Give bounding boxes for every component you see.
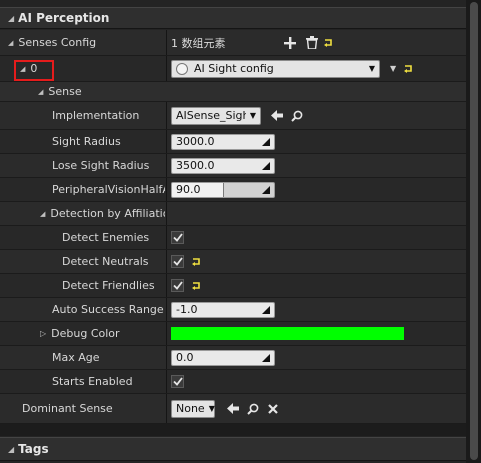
resize-drag-icon [262,161,270,170]
sense-label: Sense [48,85,82,98]
detection-affiliation-label: Detection by Affiliation [50,207,165,220]
collapse-triangle-icon[interactable]: ◢ [38,88,43,96]
resize-drag-icon [262,137,270,146]
reset-to-default-icon[interactable] [323,38,333,47]
use-selected-arrow-icon[interactable] [225,401,241,417]
detect-friendlies-checkbox[interactable] [171,279,184,292]
detect-friendlies-row: Detect Friendlies [0,274,466,298]
dominant-sense-row: Dominant Sense None ▼ [0,394,466,424]
check-icon [172,233,183,242]
circle-icon [176,62,188,75]
clear-x-icon[interactable] [265,401,281,417]
detect-neutrals-checkbox[interactable] [171,255,184,268]
peripheral-vision-label: PeripheralVisionHalfAn [52,183,165,196]
section-tags[interactable]: ◢ Tags [0,437,466,461]
reset-to-default-icon[interactable] [192,281,201,290]
starts-enabled-label: Starts Enabled [52,375,133,388]
sense-category-row[interactable]: ◢ Sense [0,82,466,102]
chevron-down-icon: ▼ [208,404,215,413]
check-icon [172,257,183,266]
check-icon [172,281,183,290]
max-age-label: Max Age [52,351,100,364]
auto-success-range-row: Auto Success Range fr -1.0 [0,298,466,322]
section-ai-perception[interactable]: ◢ AI Perception [0,7,466,29]
peripheral-vision-row: PeripheralVisionHalfAn 90.0 [0,178,466,202]
detect-neutrals-label: Detect Neutrals [62,255,149,268]
debug-color-swatch[interactable] [171,327,404,340]
detect-neutrals-row: Detect Neutrals [0,250,466,274]
chevron-down-icon: ▼ [249,111,256,120]
browse-search-icon[interactable] [289,108,305,124]
chevron-down-icon: ▼ [368,64,375,73]
resize-drag-icon [262,353,270,362]
use-selected-arrow-icon[interactable] [269,108,285,124]
starts-enabled-checkbox[interactable] [171,375,184,388]
browse-search-icon[interactable] [245,401,261,417]
dominant-sense-label: Dominant Sense [22,402,113,415]
reset-to-default-icon[interactable] [404,64,413,73]
expand-triangle-icon[interactable]: ▷ [40,329,46,338]
max-age-input[interactable]: 0.0 [171,349,275,366]
details-panel: ◢ AI Perception ◢ Senses Config 1 数组元素 ◢… [0,0,466,463]
lose-sight-radius-row: Lose Sight Radius 3500.0 [0,154,466,178]
check-icon [172,377,183,386]
reset-to-default-icon[interactable] [192,257,201,266]
implementation-label: Implementation [52,109,140,122]
dominant-sense-dropdown[interactable]: None ▼ [171,399,215,418]
peripheral-vision-slider[interactable]: 90.0 [171,181,275,198]
selected-config-label: AI Sight config [194,62,274,75]
scrollbar-thumb[interactable] [470,2,478,460]
resize-drag-icon [262,185,270,194]
section-title: AI Perception [18,11,110,25]
selection-highlight [14,60,54,81]
debug-color-row: ▷ Debug Color [0,322,466,346]
resize-drag-icon [262,305,270,314]
collapse-triangle-icon[interactable]: ◢ [8,14,14,23]
add-element-icon[interactable] [282,35,298,51]
starts-enabled-row: Starts Enabled [0,370,466,394]
expand-triangle-icon[interactable]: ◢ [8,39,13,47]
implementation-row: Implementation AISense_Sight ▼ [0,102,466,130]
sight-radius-input[interactable]: 3000.0 [171,133,275,150]
collapse-triangle-icon[interactable]: ◢ [40,210,45,218]
detect-enemies-row: Detect Enemies [0,226,466,250]
detect-friendlies-label: Detect Friendlies [62,279,155,292]
debug-color-label: Debug Color [51,327,120,340]
auto-success-range-label: Auto Success Range fr [52,303,165,316]
section-title: Tags [18,442,49,456]
panel-gap [0,424,466,436]
options-dropdown-icon[interactable]: ▼ [390,64,396,73]
senses-config-row: ◢ Senses Config 1 数组元素 [0,30,466,56]
implementation-dropdown[interactable]: AISense_Sight ▼ [171,106,261,125]
detect-enemies-label: Detect Enemies [62,231,150,244]
sense-config-dropdown[interactable]: AI Sight config ▼ [171,59,380,78]
array-count: 1 数组元素 [171,36,226,50]
array-element-row: ◢ 0 AI Sight config ▼ ▼ [0,56,466,82]
lose-sight-radius-label: Lose Sight Radius [52,159,150,172]
auto-success-range-input[interactable]: -1.0 [171,301,275,318]
max-age-row: Max Age 0.0 [0,346,466,370]
detect-enemies-checkbox[interactable] [171,231,184,244]
lose-sight-radius-input[interactable]: 3500.0 [171,157,275,174]
sight-radius-row: Sight Radius 3000.0 [0,130,466,154]
trash-icon[interactable] [304,35,320,51]
collapse-triangle-icon[interactable]: ◢ [8,445,14,454]
detection-affiliation-row[interactable]: ◢ Detection by Affiliation [0,202,466,226]
senses-config-label: Senses Config [18,36,97,49]
sight-radius-label: Sight Radius [52,135,121,148]
